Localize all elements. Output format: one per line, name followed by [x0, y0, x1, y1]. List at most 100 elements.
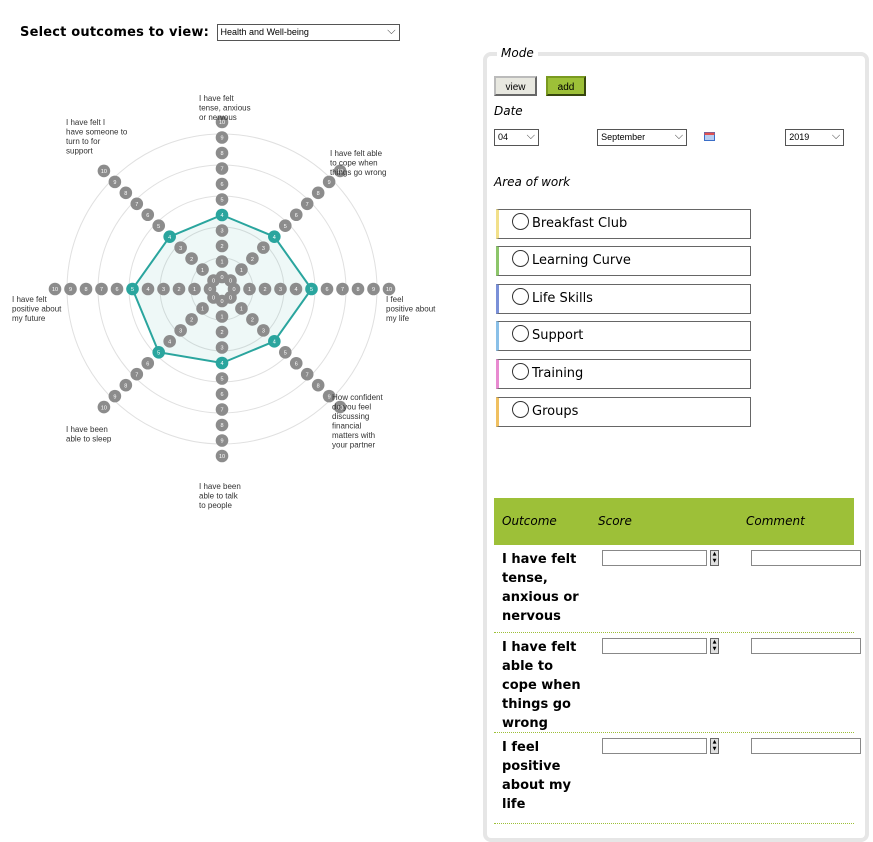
svg-text:6: 6: [115, 287, 118, 293]
score-spinner[interactable]: ▲ ▼: [710, 738, 719, 754]
svg-text:2: 2: [220, 244, 223, 250]
svg-text:6: 6: [295, 361, 298, 367]
month-select[interactable]: September ⌵: [597, 129, 688, 146]
radar-point: 3: [257, 324, 270, 337]
radar-point: 5: [305, 282, 318, 296]
score-input[interactable]: [602, 738, 707, 754]
area-option-breakfast-club[interactable]: Breakfast Club: [496, 209, 751, 239]
radar-point: 6: [141, 208, 155, 222]
radar-axis-label: I have been able to talk to people: [199, 482, 241, 510]
radar-point: 6: [215, 387, 229, 401]
svg-text:0: 0: [220, 299, 223, 305]
month-value: September: [601, 132, 646, 142]
radar-point: 8: [311, 186, 325, 200]
radio-icon[interactable]: [512, 213, 529, 230]
year-value: 2019: [789, 132, 810, 142]
area-option-label: Support: [532, 328, 584, 343]
svg-text:10: 10: [101, 169, 107, 175]
score-input[interactable]: [602, 638, 707, 654]
svg-text:9: 9: [372, 287, 375, 293]
radio-icon[interactable]: [512, 288, 529, 305]
year-select[interactable]: 2019 ⌵: [785, 129, 845, 146]
radar-point: 8: [311, 378, 325, 392]
radar-point: 10: [48, 282, 62, 296]
day-select[interactable]: 04 ⌵: [494, 129, 539, 146]
svg-text:0: 0: [229, 296, 232, 302]
score-spinner[interactable]: ▲ ▼: [710, 550, 719, 566]
area-option-label: Groups: [532, 404, 579, 419]
radar-point: 2: [172, 282, 186, 296]
row-outcome-text: I have felt able to cope when things go …: [502, 640, 581, 731]
svg-text:6: 6: [146, 361, 149, 367]
chevron-down-icon: ⌵: [526, 130, 535, 142]
radar-point: 0: [207, 274, 220, 287]
radar-point: 7: [300, 367, 314, 381]
svg-text:8: 8: [356, 287, 359, 293]
radar-point: 8: [79, 282, 93, 296]
outcome-radar-chart: 0123456789100123456789100 1 2 3 4 5 6 7 8 9 100123…: [12, 94, 436, 510]
chevron-down-icon: ⌵: [831, 130, 841, 142]
svg-text:8: 8: [220, 151, 223, 157]
svg-text:2: 2: [263, 287, 266, 293]
svg-text:9: 9: [328, 180, 331, 186]
score-spinner[interactable]: ▲ ▼: [710, 638, 719, 654]
svg-text:2: 2: [220, 330, 223, 336]
radar-point: 9: [108, 389, 122, 403]
score-input[interactable]: [602, 550, 707, 566]
radio-icon[interactable]: [512, 250, 529, 267]
outcome-set-select[interactable]: Health and Well-being ⌵: [216, 24, 400, 41]
radar-point: 5: [152, 219, 166, 233]
radar-point: 3: [174, 241, 187, 254]
svg-text:1: 1: [220, 260, 223, 266]
radar-point: 4: [163, 230, 176, 243]
radar-point: 7: [336, 282, 349, 296]
comment-input[interactable]: [751, 550, 861, 566]
radar-axis-label: I have been able to sleep: [66, 425, 112, 444]
svg-text:9: 9: [220, 136, 223, 142]
svg-text:4: 4: [168, 340, 171, 346]
radar-point: 9: [215, 434, 229, 447]
radio-icon[interactable]: [512, 325, 529, 342]
table-row: I have felt able to cope when things go …: [494, 633, 861, 733]
svg-text:3: 3: [220, 229, 223, 235]
svg-text:2: 2: [190, 257, 193, 263]
svg-text:0: 0: [208, 287, 211, 293]
svg-text:8: 8: [220, 423, 223, 429]
table-header: Outcome Score Comment: [494, 498, 854, 545]
radar-point: 8: [351, 282, 365, 296]
radio-icon[interactable]: [512, 363, 529, 380]
svg-text:4: 4: [168, 235, 171, 241]
svg-text:6: 6: [295, 213, 298, 219]
view-button[interactable]: view: [494, 76, 537, 96]
comment-input[interactable]: [751, 738, 861, 754]
radar-point: 3: [257, 241, 270, 254]
radar-point: 1: [196, 263, 209, 276]
svg-text:7: 7: [306, 372, 309, 378]
area-option-life-skills[interactable]: Life Skills: [496, 284, 751, 314]
svg-text:3: 3: [179, 329, 182, 335]
radar-point: 1: [243, 282, 256, 296]
radio-icon[interactable]: [512, 401, 529, 418]
calendar-icon[interactable]: [704, 132, 715, 141]
svg-text:3: 3: [220, 346, 223, 352]
radar-point: 10: [97, 164, 111, 178]
radar-point: 3: [157, 282, 170, 296]
radar-point: 6: [110, 282, 124, 296]
area-option-support[interactable]: Support: [496, 321, 751, 351]
svg-text:5: 5: [284, 350, 287, 356]
svg-text:4: 4: [220, 361, 223, 367]
area-option-learning-curve[interactable]: Learning Curve: [496, 246, 751, 276]
mode-legend: Mode: [497, 46, 538, 60]
radar-point: 8: [119, 186, 133, 200]
radar-axis-label: I have felt Ihave someone to turn to for s…: [66, 118, 128, 156]
svg-text:4: 4: [146, 287, 149, 293]
area-option-groups[interactable]: Groups: [496, 397, 751, 427]
radar-axis-label: How confident do you feel discussing financ…: [332, 393, 383, 450]
add-button[interactable]: add: [546, 76, 586, 96]
area-option-training[interactable]: Training: [496, 359, 751, 389]
radar-axis-label: I have felt tense, anxious or nervous: [199, 94, 251, 122]
radar-point: 4: [268, 335, 281, 348]
svg-text:10: 10: [219, 454, 225, 460]
comment-input[interactable]: [751, 638, 861, 654]
radar-point: 3: [174, 324, 187, 337]
